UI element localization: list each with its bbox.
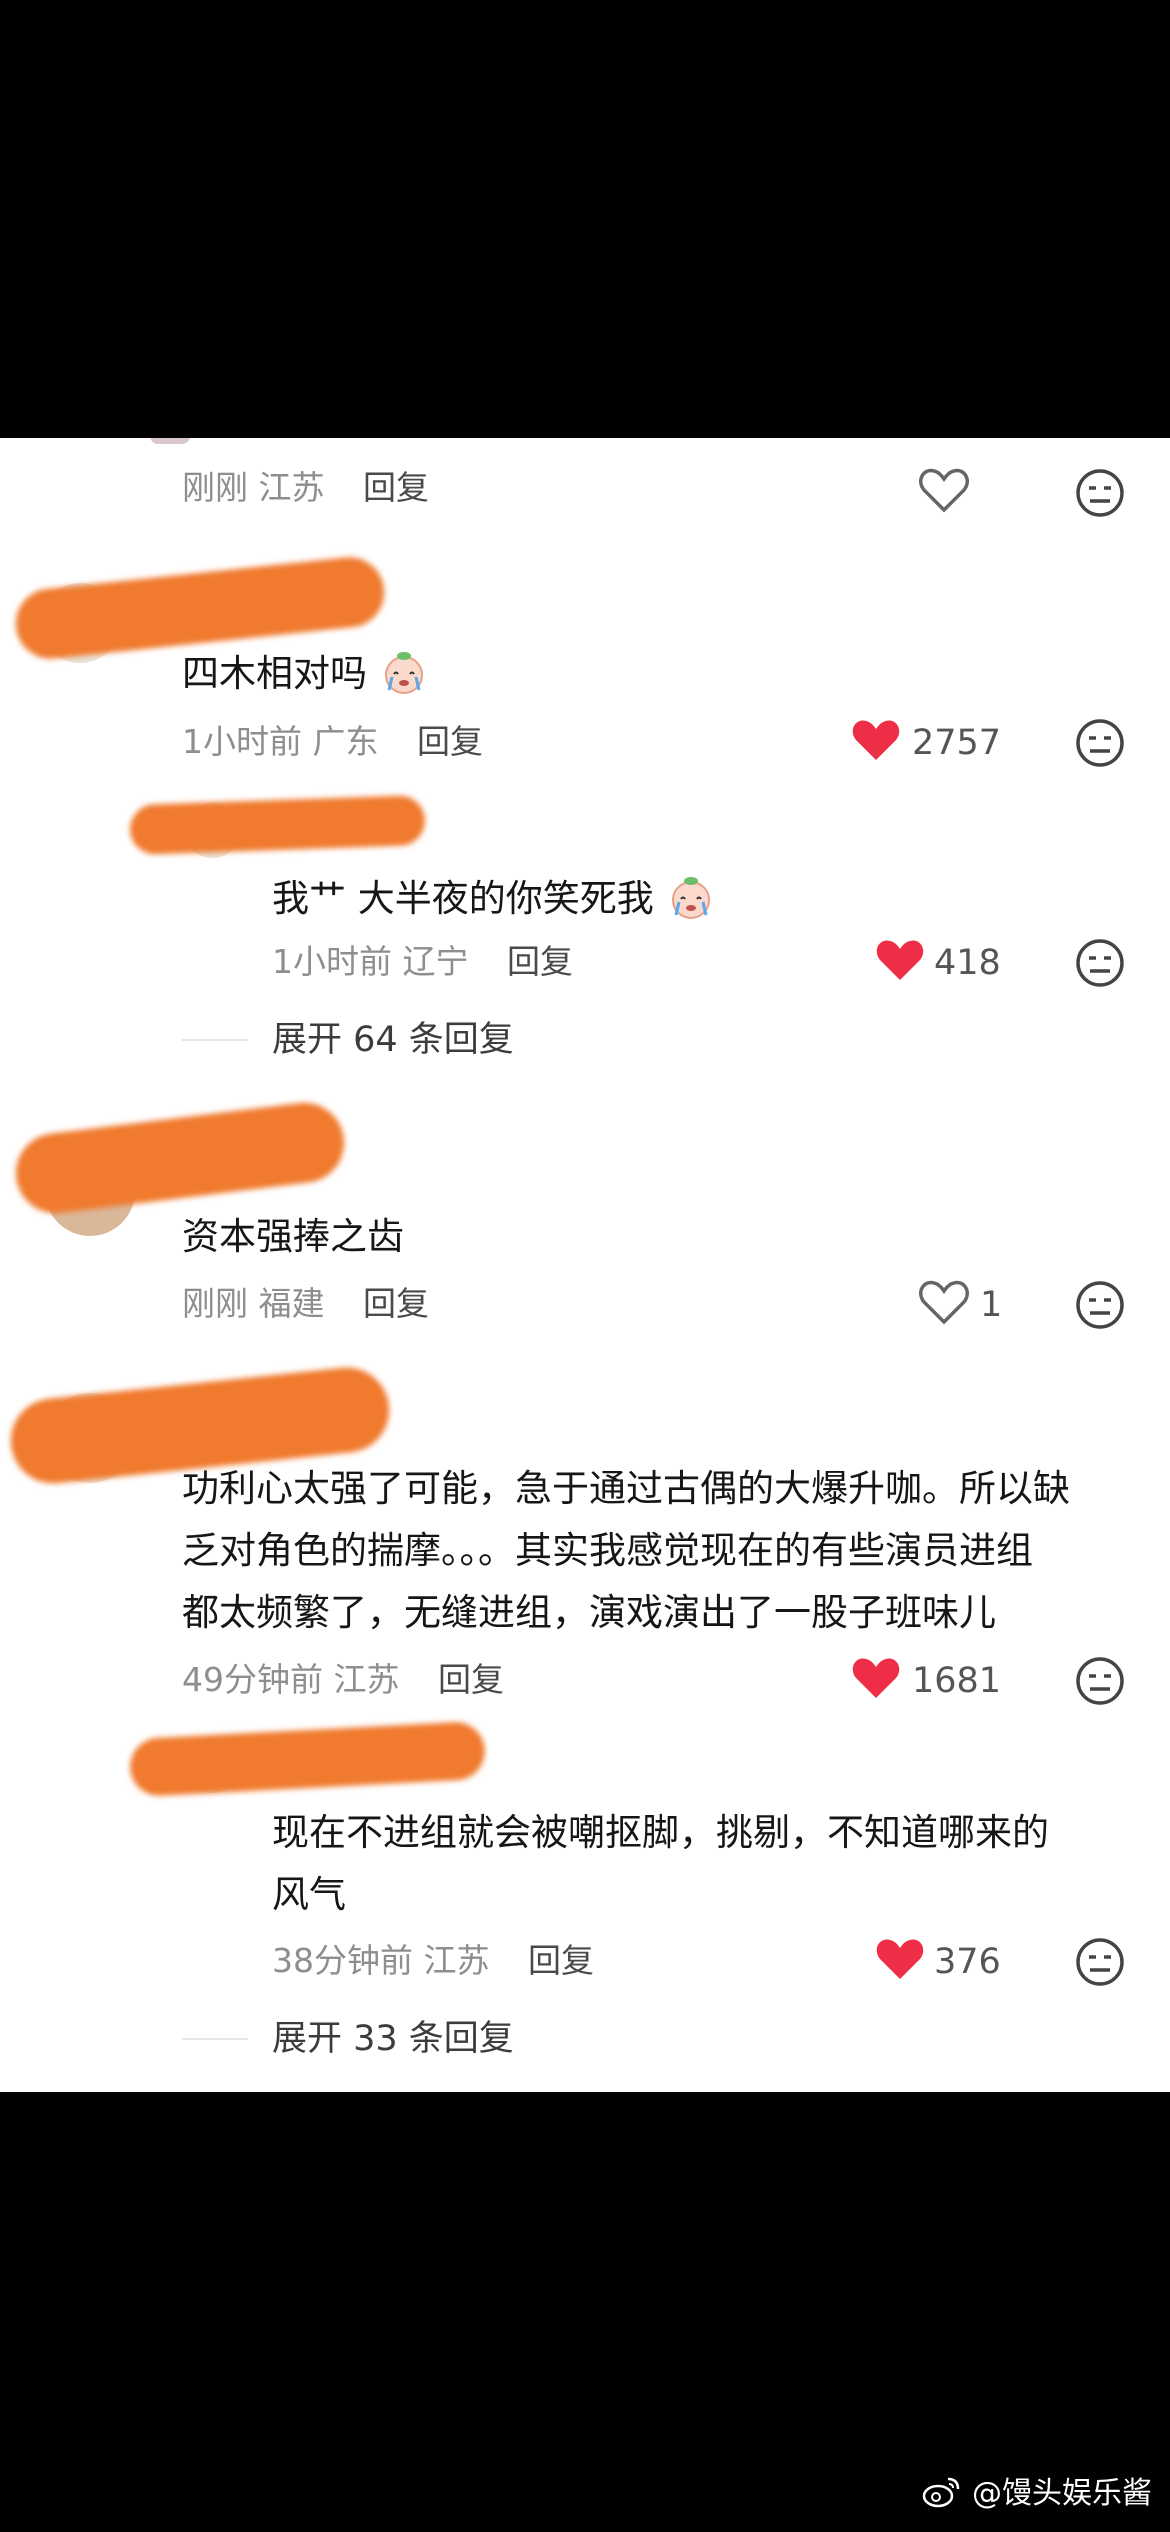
like-count: 1 bbox=[980, 1285, 1003, 1325]
comment-location: 福建 bbox=[258, 1284, 325, 1323]
comment-panel: 刚刚 江苏 回复 四木相对吗 1小时前 广东 回复 2757 我艹 大半夜的你笑… bbox=[0, 438, 1170, 2092]
reply-time: 38分钟前 bbox=[272, 1941, 413, 1980]
reply-meta: 1小时前 辽宁 回复 bbox=[272, 942, 573, 982]
watermark: @馒头娱乐酱 bbox=[922, 2474, 1152, 2514]
reply-button[interactable]: 回复 bbox=[438, 1660, 504, 1699]
comment-location: 江苏 bbox=[258, 468, 325, 507]
divider bbox=[182, 2038, 248, 2040]
meh-emoji-icon[interactable] bbox=[1075, 718, 1125, 768]
heart-icon[interactable] bbox=[874, 938, 926, 984]
heart-icon[interactable] bbox=[918, 1280, 970, 1326]
expand-replies-button[interactable]: 展开 64 条回复 bbox=[272, 1020, 514, 1060]
comment-meta: 1小时前 广东 回复 bbox=[182, 722, 483, 762]
redaction-scribble bbox=[11, 1098, 349, 1218]
like-count: 418 bbox=[934, 943, 1001, 983]
reply-location: 辽宁 bbox=[402, 942, 469, 981]
comment-meta: 刚刚 江苏 回复 bbox=[182, 468, 429, 508]
reply-button[interactable]: 回复 bbox=[417, 722, 483, 761]
meh-emoji-icon[interactable] bbox=[1075, 1656, 1125, 1706]
like-count: 2757 bbox=[912, 723, 1002, 763]
reply-location: 江苏 bbox=[423, 1941, 490, 1980]
heart-icon[interactable] bbox=[850, 718, 902, 764]
comment-time: 1小时前 bbox=[182, 722, 302, 761]
comment-location: 江苏 bbox=[333, 1660, 400, 1699]
meh-emoji-icon[interactable] bbox=[1075, 1937, 1125, 1987]
reply-button[interactable]: 回复 bbox=[507, 942, 573, 981]
avatar bbox=[150, 438, 190, 444]
crying-peach-emoji-icon bbox=[671, 877, 710, 919]
reply-time: 1小时前 bbox=[272, 942, 392, 981]
meh-emoji-icon[interactable] bbox=[1075, 1280, 1125, 1330]
heart-icon[interactable] bbox=[874, 1937, 926, 1983]
reply-button[interactable]: 回复 bbox=[528, 1941, 594, 1980]
watermark-text: @馒头娱乐酱 bbox=[972, 2476, 1152, 2511]
comment-meta: 刚刚 福建 回复 bbox=[182, 1284, 429, 1324]
comment-time: 49分钟前 bbox=[182, 1660, 323, 1699]
heart-icon[interactable] bbox=[850, 1656, 902, 1702]
comment-time: 刚刚 bbox=[182, 1284, 248, 1323]
weibo-logo-icon bbox=[923, 2477, 960, 2508]
expand-replies-button[interactable]: 展开 33 条回复 bbox=[272, 2019, 514, 2059]
meh-emoji-icon[interactable] bbox=[1075, 468, 1125, 518]
comment-text: 功利心太强了可能，急于通过古偶的大爆升咖。所以缺 乏对角色的揣摩。。。其实我感觉… bbox=[182, 1467, 1070, 1634]
reply-meta: 38分钟前 江苏 回复 bbox=[272, 1941, 594, 1981]
reply-text: 现在不进组就会被嘲抠脚，挑剔，不知道哪来的 风气 bbox=[272, 1811, 1049, 1916]
divider bbox=[182, 1039, 248, 1041]
reply-button[interactable]: 回复 bbox=[363, 468, 429, 507]
comment-text: 资本强捧之齿 bbox=[182, 1215, 404, 1258]
reply-button[interactable]: 回复 bbox=[363, 1284, 429, 1323]
comment-text: 四木相对吗 bbox=[182, 643, 429, 705]
like-count: 376 bbox=[934, 1942, 1001, 1982]
comment-time: 刚刚 bbox=[182, 468, 248, 507]
comment-meta: 49分钟前 江苏 回复 bbox=[182, 1660, 504, 1700]
reply-text: 我艹 大半夜的你笑死我 bbox=[272, 868, 716, 930]
redaction-scribble bbox=[129, 794, 426, 856]
like-count: 1681 bbox=[912, 1661, 1002, 1701]
heart-icon[interactable] bbox=[918, 468, 970, 514]
comment-location: 广东 bbox=[312, 722, 379, 761]
crying-peach-emoji-icon bbox=[384, 652, 423, 694]
meh-emoji-icon[interactable] bbox=[1075, 938, 1125, 988]
redaction-scribble bbox=[128, 1720, 487, 1798]
